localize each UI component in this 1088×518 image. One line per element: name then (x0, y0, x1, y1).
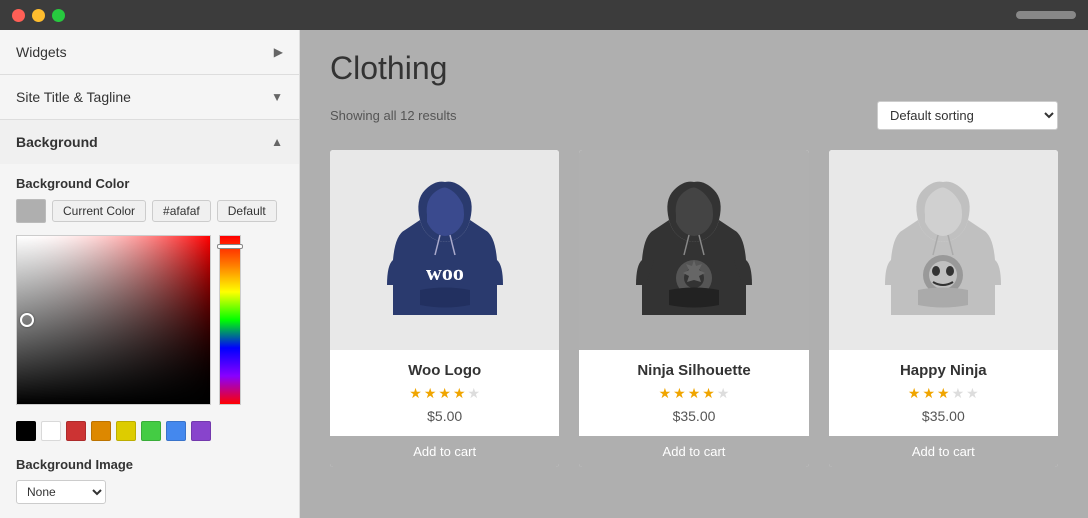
swatch-red[interactable] (66, 421, 86, 441)
bg-image-label: Background Image (16, 457, 283, 472)
results-text: Showing all 12 results (330, 108, 456, 123)
current-color-button[interactable]: Current Color (52, 200, 146, 222)
gradient-dark-overlay (17, 236, 210, 404)
sidebar-widgets-arrow: ▶ (274, 45, 283, 59)
product-card-ninja-silhouette: Ninja Silhouette ★ ★ ★ ★ ★ $35.00 Add to… (579, 150, 808, 467)
star-3: ★ (937, 385, 950, 402)
product-stars-happy-ninja: ★ ★ ★ ★ ★ (841, 385, 1046, 402)
swatch-white[interactable] (41, 421, 61, 441)
hoodie-happy-ninja (883, 170, 1003, 330)
product-card-woo-logo: woo Woo Logo ★ ★ ★ ★ (330, 150, 559, 467)
hue-slider[interactable] (219, 235, 241, 405)
swatch-green[interactable] (141, 421, 161, 441)
sidebar: Widgets ▶ Site Title & Tagline ▼ Backgro… (0, 30, 300, 518)
product-info-woo-logo: Woo Logo ★ ★ ★ ★ ★ $5.00 (330, 350, 559, 436)
product-price-woo-logo: $5.00 (342, 408, 547, 424)
product-info-happy-ninja: Happy Ninja ★ ★ ★ ★ ★ $35.00 (829, 350, 1058, 436)
swatch-purple[interactable] (191, 421, 211, 441)
sidebar-widgets-label: Widgets (16, 44, 67, 60)
background-header[interactable]: Background ▲ (0, 120, 299, 164)
swatch-black[interactable] (16, 421, 36, 441)
hoodie-woo-logo: woo (385, 170, 505, 330)
sidebar-site-title-arrow: ▼ (271, 90, 283, 104)
bg-color-label: Background Color (16, 176, 283, 191)
minimize-button[interactable] (32, 9, 45, 22)
add-to-cart-happy-ninja[interactable]: Add to cart (829, 436, 1058, 467)
svg-text:woo: woo (426, 260, 464, 285)
sidebar-site-title-label: Site Title & Tagline (16, 89, 131, 105)
sidebar-item-widgets[interactable]: Widgets ▶ (0, 30, 299, 75)
swatch-yellow[interactable] (116, 421, 136, 441)
color-buttons-row: Current Color #afafaf Default (16, 199, 283, 223)
background-section: Background ▲ Background Color Current Co… (0, 120, 299, 518)
star-1: ★ (409, 385, 422, 402)
star-2: ★ (673, 385, 686, 402)
star-5: ★ (966, 385, 979, 402)
page-title: Clothing (330, 50, 1058, 87)
main-layout: Widgets ▶ Site Title & Tagline ▼ Backgro… (0, 30, 1088, 518)
hue-handle (217, 244, 243, 249)
product-info-ninja: Ninja Silhouette ★ ★ ★ ★ ★ $35.00 (579, 350, 808, 436)
star-2: ★ (922, 385, 935, 402)
hex-color-button[interactable]: #afafaf (152, 200, 211, 222)
maximize-button[interactable] (52, 9, 65, 22)
star-1: ★ (908, 385, 921, 402)
bg-image-select-row: None Upload (16, 480, 283, 504)
product-card-happy-ninja: Happy Ninja ★ ★ ★ ★ ★ $35.00 Add to cart (829, 150, 1058, 467)
star-4: ★ (702, 385, 715, 402)
traffic-lights (12, 9, 65, 22)
color-swatch[interactable] (16, 199, 46, 223)
close-button[interactable] (12, 9, 25, 22)
sorting-select[interactable]: Default sorting Sort by popularity Sort … (877, 101, 1058, 130)
product-name-woo-logo: Woo Logo (342, 362, 547, 379)
product-name-ninja: Ninja Silhouette (591, 362, 796, 379)
title-bar (0, 0, 1088, 30)
star-3: ★ (688, 385, 701, 402)
star-2: ★ (424, 385, 437, 402)
background-arrow: ▲ (271, 135, 283, 149)
product-image-ninja (579, 150, 808, 350)
picker-handle[interactable] (20, 313, 34, 327)
product-price-ninja: $35.00 (591, 408, 796, 424)
add-to-cart-woo-logo[interactable]: Add to cart (330, 436, 559, 467)
background-content: Background Color Current Color #afafaf D… (0, 164, 299, 518)
star-3: ★ (438, 385, 451, 402)
swatch-row (16, 421, 283, 441)
color-gradient[interactable] (16, 235, 211, 405)
bg-image-select[interactable]: None Upload (16, 480, 106, 504)
star-4: ★ (952, 385, 965, 402)
background-section-label: Background (16, 134, 98, 150)
star-5: ★ (717, 385, 730, 402)
hoodie-ninja (634, 170, 754, 330)
products-grid: woo Woo Logo ★ ★ ★ ★ (330, 150, 1058, 467)
product-image-woo-logo: woo (330, 150, 559, 350)
star-5: ★ (468, 385, 481, 402)
sidebar-item-site-title[interactable]: Site Title & Tagline ▼ (0, 75, 299, 120)
add-to-cart-ninja[interactable]: Add to cart (579, 436, 808, 467)
content-area: Clothing Showing all 12 results Default … (300, 30, 1088, 518)
product-stars-ninja: ★ ★ ★ ★ ★ (591, 385, 796, 402)
color-picker (16, 235, 283, 405)
star-1: ★ (659, 385, 672, 402)
default-button[interactable]: Default (217, 200, 277, 222)
swatch-blue[interactable] (166, 421, 186, 441)
title-bar-resize-handle (1016, 11, 1076, 19)
results-bar: Showing all 12 results Default sorting S… (330, 101, 1058, 130)
swatch-orange[interactable] (91, 421, 111, 441)
star-4: ★ (453, 385, 466, 402)
product-stars-woo-logo: ★ ★ ★ ★ ★ (342, 385, 547, 402)
product-price-happy-ninja: $35.00 (841, 408, 1046, 424)
product-image-happy-ninja (829, 150, 1058, 350)
product-name-happy-ninja: Happy Ninja (841, 362, 1046, 379)
